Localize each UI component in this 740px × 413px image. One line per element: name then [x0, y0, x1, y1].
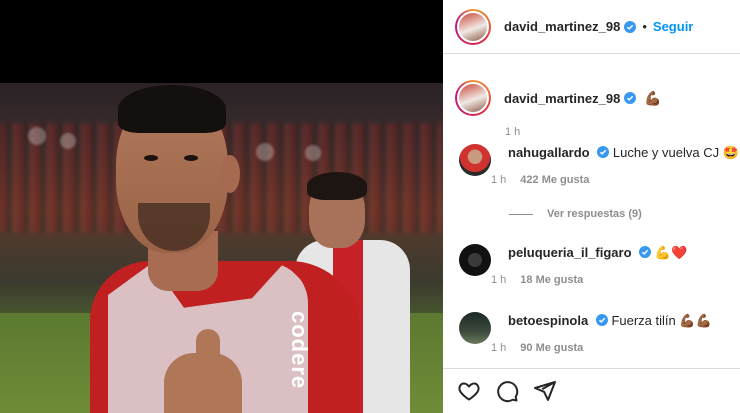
bokeh-light: [28, 127, 46, 145]
post-action-bar: [443, 368, 740, 413]
commenter-avatar[interactable]: [459, 244, 491, 276]
comment-emoji: 🤩: [722, 145, 739, 160]
comment-time: 1 h: [491, 274, 507, 286]
bokeh-light: [60, 133, 76, 149]
author-avatar[interactable]: [455, 8, 491, 45]
player-eye: [184, 155, 198, 161]
thumbs-up-hand: [164, 353, 242, 413]
comment-text: Luche y vuelva CJ: [612, 145, 720, 160]
caption-avatar[interactable]: [455, 80, 491, 116]
post-media[interactable]: codere: [0, 0, 443, 413]
commenter-avatar[interactable]: [459, 312, 491, 344]
comment-likes[interactable]: 422 Me gusta: [520, 174, 589, 186]
commenter-username[interactable]: nahugallardo: [508, 145, 590, 160]
heart-icon[interactable]: [457, 379, 481, 403]
comment-text: Fuerza tilín: [611, 313, 676, 328]
comment-meta: 1 h 422 Me gusta: [491, 174, 739, 186]
author-username[interactable]: david_martinez_98: [504, 19, 620, 34]
post-photo[interactable]: codere: [0, 83, 443, 413]
verified-icon: [624, 92, 637, 104]
player-ear: [220, 155, 240, 193]
commenter-username[interactable]: betoespinola: [508, 313, 588, 328]
caption-text: 💪🏾: [644, 89, 662, 106]
shirt-sponsor: codere: [287, 311, 312, 390]
comment-meta: 1 h 90 Me gusta: [491, 342, 712, 354]
player-eye: [144, 155, 158, 161]
comment-item: nahugallardo Luche y vuelva CJ 🤩 1 h 422 …: [459, 144, 739, 186]
player-hair: [118, 85, 226, 133]
post-details-panel: david_martinez_98 • Seguir david_martine…: [443, 0, 740, 413]
post-caption: david_martinez_98 💪🏾: [443, 54, 740, 126]
caption-avatar-image: [457, 82, 489, 114]
header-separator: •: [642, 19, 647, 34]
comment-icon[interactable]: [495, 379, 519, 403]
caption-username[interactable]: david_martinez_98: [504, 91, 620, 106]
comment-time: 1 h: [491, 342, 507, 354]
comment-time: 1 h: [491, 174, 507, 186]
main-player: codere: [80, 83, 380, 413]
comment-body: peluqueria_il_figaro 💪❤️: [508, 244, 687, 262]
post-header: david_martinez_98 • Seguir: [443, 0, 740, 54]
follow-button[interactable]: Seguir: [653, 19, 693, 34]
comment-emoji: 💪❤️: [654, 245, 688, 260]
comment-body: betoespinola Fuerza tilín 💪🏾💪🏾: [508, 312, 712, 330]
comment-item: peluqueria_il_figaro 💪❤️ 1 h 18 Me gusta: [459, 244, 687, 286]
share-icon[interactable]: [533, 379, 557, 403]
verified-icon: [639, 246, 652, 258]
verified-icon: [624, 20, 637, 33]
comment-meta: 1 h 18 Me gusta: [491, 274, 687, 286]
comment-body: nahugallardo Luche y vuelva CJ 🤩: [508, 144, 739, 162]
comment-likes[interactable]: 90 Me gusta: [520, 342, 583, 354]
view-replies-button[interactable]: Ver respuestas (9): [509, 208, 642, 220]
comment-item: betoespinola Fuerza tilín 💪🏾💪🏾 1 h 90 Me …: [459, 312, 712, 354]
verified-icon: [597, 146, 610, 158]
comment-likes[interactable]: 18 Me gusta: [520, 274, 583, 286]
commenter-username[interactable]: peluqueria_il_figaro: [508, 245, 632, 260]
replies-divider: [509, 213, 533, 215]
view-replies-label: Ver respuestas (9): [547, 208, 642, 220]
commenter-avatar[interactable]: [459, 144, 491, 176]
author-avatar-image: [457, 10, 489, 43]
comment-emoji: 💪🏾💪🏾: [679, 313, 712, 328]
verified-icon: [595, 314, 608, 326]
caption-time: 1 h: [505, 126, 521, 138]
